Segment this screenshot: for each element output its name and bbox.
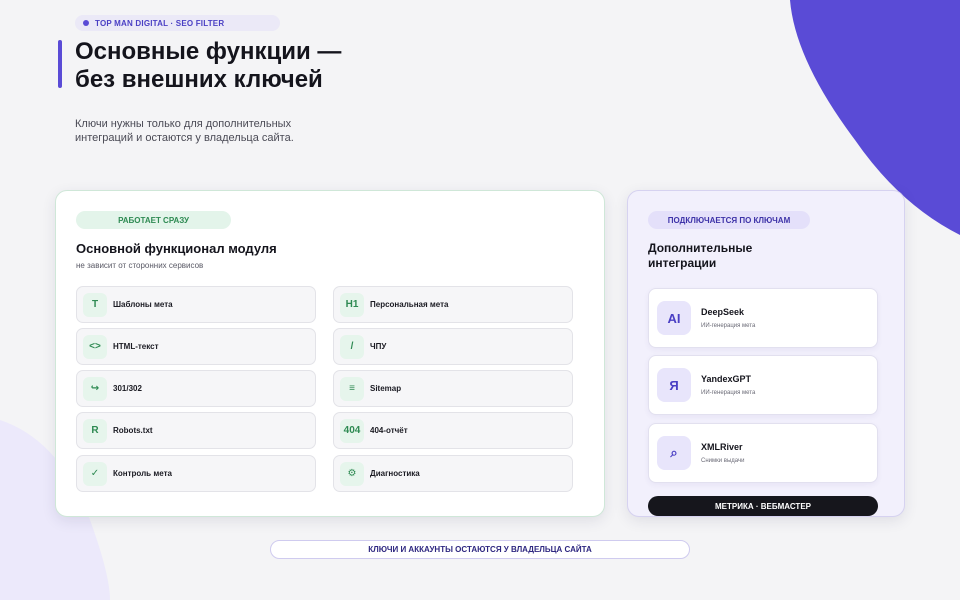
brand-tag: TOP MAN DIGITAL · SEO FILTER	[75, 15, 280, 31]
key-connect-badge: ПОДКЛЮЧАЕТСЯ ПО КЛЮЧАМ	[648, 211, 810, 229]
core-features-title: Основной функционал модуля	[76, 241, 277, 256]
feature-label: 404-отчёт	[370, 426, 408, 435]
page-subtitle: Ключи нужны только для дополнительных ин…	[75, 117, 375, 145]
feature-label: Шаблоны мета	[113, 300, 173, 309]
integration-deepseek[interactable]: AI DeepSeek ИИ-генерация мета	[648, 288, 878, 348]
robots-icon: R	[83, 418, 107, 443]
integration-xmlriver[interactable]: ⌕ XMLRiver Снимки выдачи	[648, 423, 878, 483]
page-title-line2: без внешних ключей	[75, 66, 323, 93]
feature-sitemap[interactable]: ≡ Sitemap	[333, 370, 573, 407]
works-now-badge: РАБОТАЕТ СРАЗУ	[76, 211, 231, 229]
feature-robots-txt[interactable]: R Robots.txt	[76, 412, 316, 449]
page-subtitle-line1: Ключи нужны только для дополнительных	[75, 118, 292, 130]
feature-label: HTML-текст	[113, 342, 159, 351]
integration-desc: Снимки выдачи	[701, 458, 745, 464]
feature-404-report[interactable]: 404 404-отчёт	[333, 412, 573, 449]
feature-label: Sitemap	[370, 384, 402, 393]
search-icon: ⌕	[657, 436, 691, 470]
list-icon: ≡	[340, 376, 364, 401]
integration-name: XMLRiver	[701, 442, 743, 452]
feature-label: Robots.txt	[113, 426, 153, 435]
integrations-title-line2: интеграции	[648, 256, 717, 270]
text-icon: T	[83, 292, 107, 317]
feature-diagnostics[interactable]: ⚙ Диагностика	[333, 455, 573, 492]
feature-label: Диагностика	[370, 469, 420, 478]
integration-yandexgpt[interactable]: Я YandexGPT ИИ-генерация мета	[648, 355, 878, 415]
core-features-card: РАБОТАЕТ СРАЗУ Основной функционал модул…	[55, 190, 605, 517]
checkmark-icon: ✓	[83, 461, 107, 486]
yandex-icon: Я	[657, 368, 691, 402]
feature-label: Персональная мета	[370, 300, 449, 309]
feature-meta-templates[interactable]: T Шаблоны мета	[76, 286, 316, 323]
feature-label: ЧПУ	[370, 342, 387, 351]
feature-redirects[interactable]: ↪ 301/302	[76, 370, 316, 407]
redirect-arrow-icon: ↪	[83, 376, 107, 401]
page-title: Основные функции — без внешних ключей	[75, 38, 455, 94]
owner-keys-note: КЛЮЧИ И АККАУНТЫ ОСТАЮТСЯ У ВЛАДЕЛЬЦА СА…	[270, 540, 690, 559]
metrika-webmaster-pill: МЕТРИКА · ВЕБМАСТЕР	[648, 496, 878, 516]
page-subtitle-line2: интеграций и остаются у владельца сайта.	[75, 132, 294, 144]
code-icon: <>	[83, 334, 107, 359]
feature-label: Контроль мета	[113, 469, 172, 478]
integration-desc: ИИ-генерация мета	[701, 323, 756, 329]
integrations-title-line1: Дополнительные	[648, 241, 753, 255]
integration-name: YandexGPT	[701, 374, 752, 384]
feature-meta-control[interactable]: ✓ Контроль мета	[76, 455, 316, 492]
integration-desc: ИИ-генерация мета	[701, 390, 756, 396]
slash-icon: /	[340, 334, 364, 359]
integration-name: DeepSeek	[701, 307, 745, 317]
integrations-card: ПОДКЛЮЧАЕТСЯ ПО КЛЮЧАМ Дополнительные ин…	[627, 190, 905, 517]
page-title-line1: Основные функции —	[75, 38, 342, 65]
heading-icon: H1	[340, 292, 364, 317]
tag-dot-icon	[83, 20, 89, 26]
title-accent-bar	[58, 40, 62, 88]
feature-personal-meta[interactable]: H1 Персональная мета	[333, 286, 573, 323]
brand-tag-label: TOP MAN DIGITAL · SEO FILTER	[95, 18, 225, 28]
gear-icon: ⚙	[340, 461, 364, 486]
feature-friendly-urls[interactable]: / ЧПУ	[333, 328, 573, 365]
feature-label: 301/302	[113, 384, 142, 393]
feature-html-text[interactable]: <> HTML-текст	[76, 328, 316, 365]
ai-icon: AI	[657, 301, 691, 335]
core-features-subtitle: не зависит от сторонних сервисов	[76, 261, 204, 270]
404-icon: 404	[340, 418, 364, 443]
integrations-title: Дополнительные интеграции	[648, 241, 808, 271]
